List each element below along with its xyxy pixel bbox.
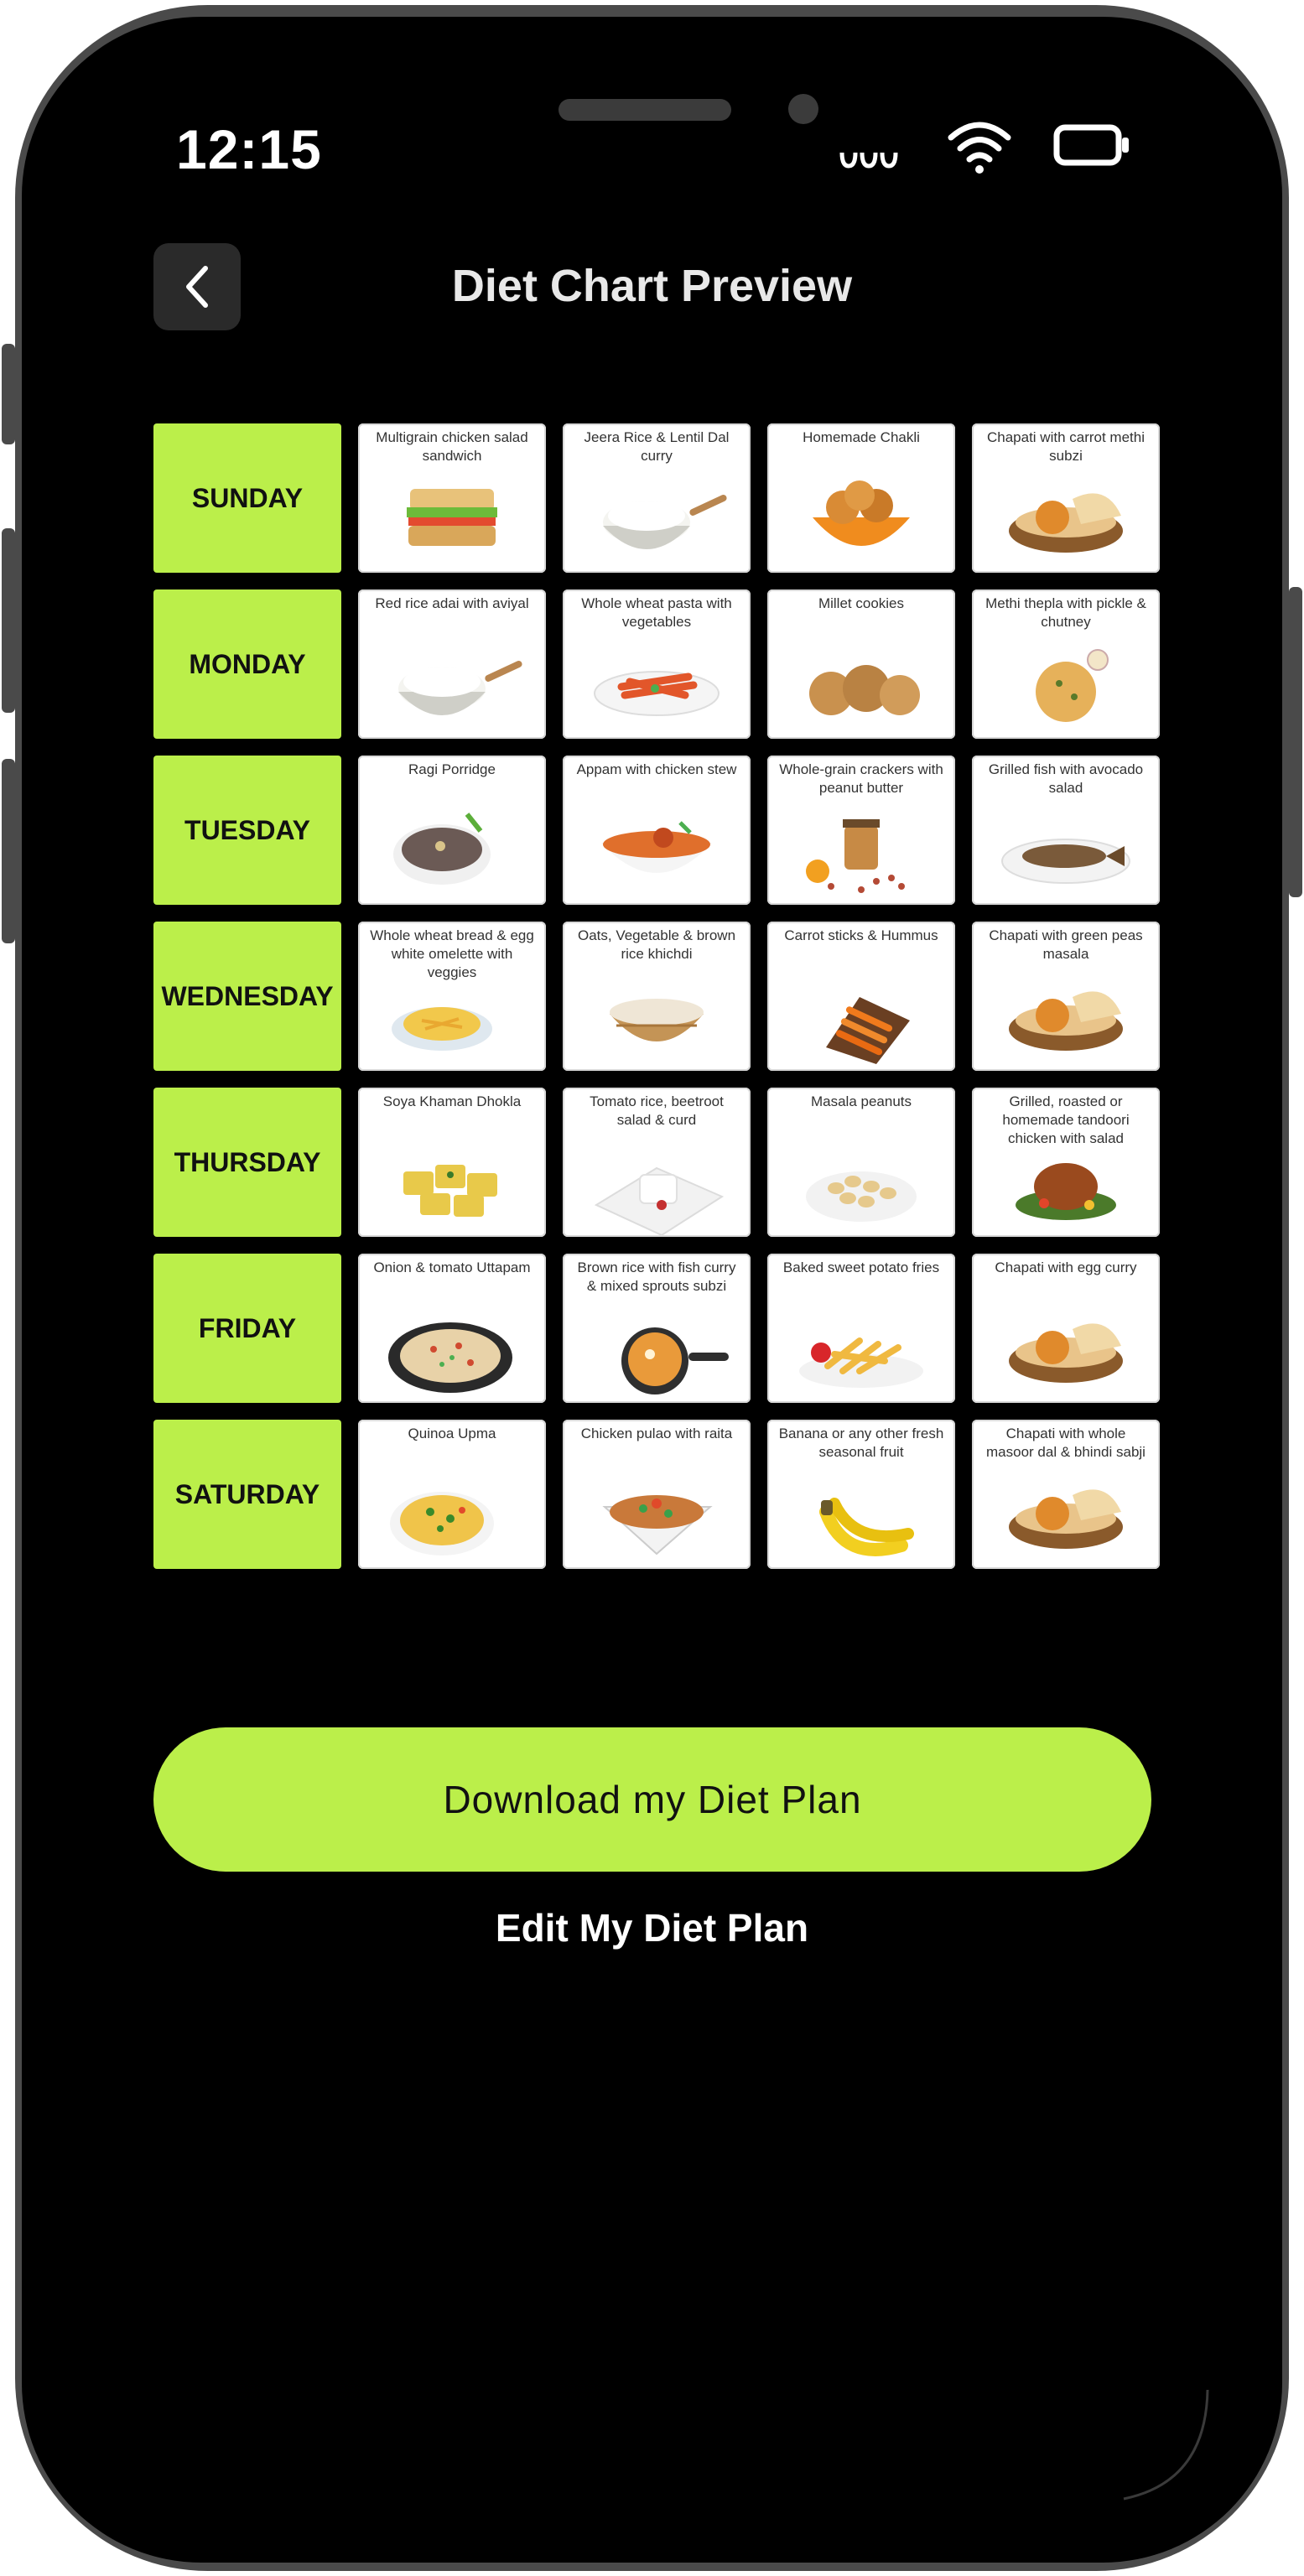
power-button <box>1289 587 1302 897</box>
meal-card[interactable]: Oats, Vegetable & brown rice khichdi <box>563 922 751 1071</box>
diet-row-saturday: SATURDAY Quinoa Upma Chicken pulao with ra… <box>153 1420 1160 1569</box>
diet-row-friday: FRIDAY Onion & tomato Uttapam Brown rice w… <box>153 1254 1160 1403</box>
meal-card[interactable]: Ragi Porridge <box>358 756 546 905</box>
meal-card[interactable]: Multigrain chicken salad sandwich <box>358 423 546 573</box>
day-label: TUESDAY <box>153 756 341 905</box>
meal-card[interactable]: Grilled fish with avocado salad <box>972 756 1160 905</box>
meal-name: Oats, Vegetable & brown rice khichdi <box>577 927 736 962</box>
meal-name: Whole wheat pasta with vegetables <box>581 595 732 630</box>
meal-name: Tomato rice, beetroot salad & curd <box>590 1093 724 1128</box>
wifi-icon <box>948 122 1011 174</box>
diet-chart-grid: SUNDAY Multigrain chicken salad sandwich J… <box>153 423 1160 1586</box>
meal-card[interactable]: Whole-grain crackers with peanut butter <box>767 756 955 905</box>
diet-row-thursday: THURSDAY Soya Khaman Dhokla Tomato rice, b… <box>153 1088 1160 1237</box>
meal-name: Masala peanuts <box>810 1093 912 1109</box>
meal-card[interactable]: Jeera Rice & Lentil Dal curry <box>563 423 751 573</box>
meal-card[interactable]: Tomato rice, beetroot salad & curd <box>563 1088 751 1237</box>
meal-name: Onion & tomato Uttapam <box>373 1259 531 1275</box>
meal-name: Methi thepla with pickle & chutney <box>985 595 1146 630</box>
meal-name: Whole wheat bread & egg white omelette w… <box>370 927 534 980</box>
day-label: THURSDAY <box>153 1088 341 1237</box>
meal-card[interactable]: Carrot sticks & Hummus <box>767 922 955 1071</box>
meal-card[interactable]: Red rice adai with aviyal <box>358 589 546 739</box>
meal-name: Baked sweet potato fries <box>782 1259 940 1275</box>
screen-corner-decoration <box>1123 2389 1209 2501</box>
meal-card[interactable]: Chapati with carrot methi subzi <box>972 423 1160 573</box>
edit-diet-plan-link[interactable]: Edit My Diet Plan <box>0 1905 1304 1950</box>
meal-name: Soya Khaman Dhokla <box>382 1093 522 1109</box>
meal-name: Chapati with green peas masala <box>989 927 1143 962</box>
meal-name: Chapati with egg curry <box>995 1259 1137 1275</box>
day-label: SUNDAY <box>153 423 341 573</box>
day-label: WEDNESDAY <box>153 922 341 1071</box>
meal-card[interactable]: Soya Khaman Dhokla <box>358 1088 546 1237</box>
meal-card[interactable]: Chapati with green peas masala <box>972 922 1160 1071</box>
volume-down-button <box>2 759 15 943</box>
meal-card[interactable]: Chapati with whole masoor dal & bhindi s… <box>972 1420 1160 1569</box>
day-label: FRIDAY <box>153 1254 341 1403</box>
meal-card[interactable]: Grilled, roasted or homemade tandoori ch… <box>972 1088 1160 1237</box>
page-title: Diet Chart Preview <box>451 261 853 311</box>
meal-name: Millet cookies <box>818 595 905 611</box>
meal-name: Red rice adai with aviyal <box>375 595 529 611</box>
meal-name: Appam with chicken stew <box>576 761 737 777</box>
meal-card[interactable]: Quinoa Upma <box>358 1420 546 1569</box>
diet-row-sunday: SUNDAY Multigrain chicken salad sandwich J… <box>153 423 1160 573</box>
phone-frame: 12:15 Diet Chart Preview SUNDAY Multigrai… <box>0 0 1304 2576</box>
meal-card[interactable]: Whole wheat pasta with vegetables <box>563 589 751 739</box>
meal-name: Chicken pulao with raita <box>580 1426 733 1441</box>
meal-card[interactable]: Appam with chicken stew <box>563 756 751 905</box>
meal-name: Jeera Rice & Lentil Dal curry <box>584 429 730 464</box>
meal-name: Banana or any other fresh seasonal fruit <box>778 1426 944 1460</box>
meal-card[interactable]: Homemade Chakli <box>767 423 955 573</box>
meal-card[interactable]: Chapati with egg curry <box>972 1254 1160 1403</box>
meal-name: Grilled, roasted or homemade tandoori ch… <box>1002 1093 1130 1146</box>
day-label: MONDAY <box>153 589 341 739</box>
silent-switch <box>2 344 15 444</box>
meal-name: Chapati with carrot methi subzi <box>986 429 1146 464</box>
meal-card[interactable]: Chicken pulao with raita <box>563 1420 751 1569</box>
meal-card[interactable]: Onion & tomato Uttapam <box>358 1254 546 1403</box>
meal-card[interactable]: Banana or any other fresh seasonal fruit <box>767 1420 955 1569</box>
diet-row-tuesday: TUESDAY Ragi Porridge Appam with chicken s… <box>153 756 1160 905</box>
meal-card[interactable]: Brown rice with fish curry & mixed sprou… <box>563 1254 751 1403</box>
speaker-grille <box>558 99 731 121</box>
meal-name: Homemade Chakli <box>803 429 920 445</box>
meal-card[interactable]: Millet cookies <box>767 589 955 739</box>
meal-card[interactable]: Methi thepla with pickle & chutney <box>972 589 1160 739</box>
day-label: SATURDAY <box>153 1420 341 1569</box>
status-time: 12:15 <box>176 118 322 180</box>
signal-icon <box>839 152 898 169</box>
meal-card[interactable]: Masala peanuts <box>767 1088 955 1237</box>
meal-name: Chapati with whole masoor dal & bhindi s… <box>986 1426 1146 1460</box>
battery-icon <box>1053 124 1129 166</box>
diet-row-monday: MONDAY Red rice adai with aviyal Whole whe… <box>153 589 1160 739</box>
meal-name: Ragi Porridge <box>408 761 496 777</box>
meal-card[interactable]: Baked sweet potato fries <box>767 1254 955 1403</box>
meal-card[interactable]: Whole wheat bread & egg white omelette w… <box>358 922 546 1071</box>
meal-name: Quinoa Upma <box>408 1426 496 1441</box>
meal-name: Whole-grain crackers with peanut butter <box>779 761 943 796</box>
volume-up-button <box>2 528 15 713</box>
front-camera <box>788 94 818 124</box>
diet-row-wednesday: WEDNESDAY Whole wheat bread & egg white o… <box>153 922 1160 1071</box>
meal-name: Carrot sticks & Hummus <box>784 927 938 943</box>
meal-name: Grilled fish with avocado salad <box>988 761 1144 796</box>
meal-name: Multigrain chicken salad sandwich <box>376 429 528 464</box>
meal-name: Brown rice with fish curry & mixed sprou… <box>577 1259 736 1294</box>
download-diet-plan-button[interactable]: Download my Diet Plan <box>153 1727 1151 1872</box>
